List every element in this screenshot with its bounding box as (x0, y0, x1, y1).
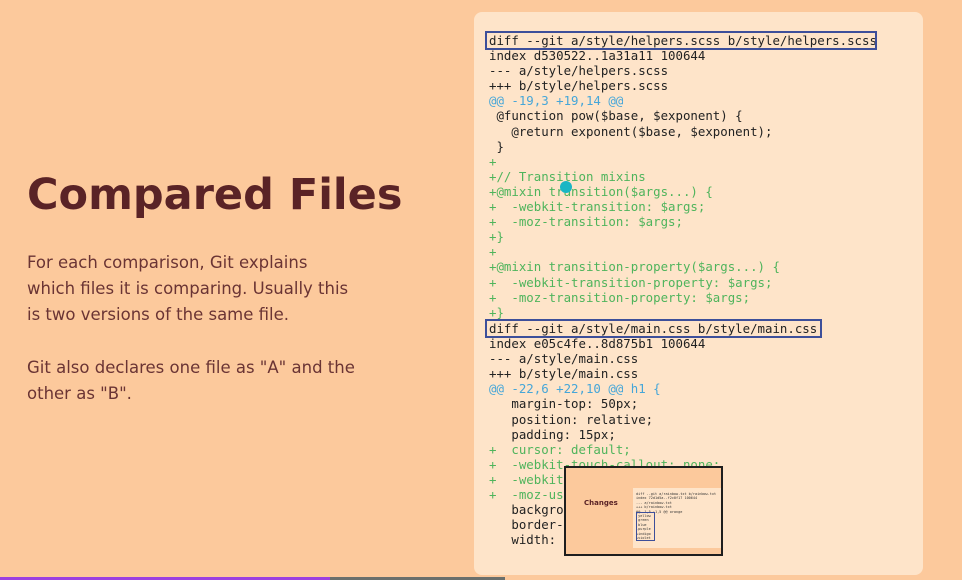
diff-line: +@mixin transition-property($args...) { (489, 259, 780, 275)
diff-line: @@ -19,3 +19,14 @@ (489, 93, 624, 109)
diff-line: +@mixin transition($args...) { (489, 183, 713, 199)
diff-header-highlight-1 (485, 31, 877, 50)
diff-line: +++ b/style/helpers.scss (489, 78, 669, 94)
diff-line: margin-top: 50px; (489, 396, 639, 412)
diff-line: --- a/style/main.css (489, 351, 639, 367)
slide-title: Compared Files (27, 170, 403, 220)
diff-header-highlight-2 (485, 319, 822, 338)
diff-line: padding: 15px; (489, 426, 616, 442)
diff-line: +} (489, 229, 504, 245)
diff-line: + (489, 244, 497, 260)
slide-paragraph-2: Git also declares one file as "A" and th… (27, 358, 355, 403)
diff-line: } (489, 138, 504, 154)
diff-line: + -moz-transition: $args; (489, 214, 683, 230)
diff-line: +} (489, 304, 504, 320)
diff-line: + -webkit-transition-property: $args; (489, 274, 773, 290)
diff-line: +++ b/style/main.css (489, 366, 639, 382)
thumbnail-highlight (636, 512, 655, 541)
diff-line: + cursor: default; (489, 441, 631, 457)
diff-line: index e05c4fe..8d875b1 100644 (489, 336, 706, 352)
diff-line: @return exponent($base, $exponent); (489, 123, 773, 139)
diff-helpers-scss: diff --git a/style/helpers.scss b/style/… (489, 33, 877, 320)
diff-line: --- a/style/helpers.scss (489, 63, 669, 79)
thumbnail-title: Changes (584, 499, 618, 507)
diff-line: + (489, 153, 497, 169)
slide-paragraph-1: For each comparison, Git explains which … (27, 253, 349, 324)
diff-line: @@ -22,6 +22,10 @@ h1 { (489, 381, 661, 397)
diff-line: position: relative; (489, 411, 654, 427)
diff-line: + -webkit-transition: $args; (489, 199, 706, 215)
diff-line: +// Transition mixins (489, 168, 646, 184)
video-preview-thumbnail[interactable]: Changes diff --git a/rainbow.txt b/rainb… (564, 466, 723, 556)
cursor-indicator (560, 181, 572, 193)
diff-line: index d530522..1a31a11 100644 (489, 48, 706, 64)
diff-line: @function pow($base, $exponent) { (489, 108, 743, 124)
diff-line: + -moz-transition-property: $args; (489, 289, 751, 305)
